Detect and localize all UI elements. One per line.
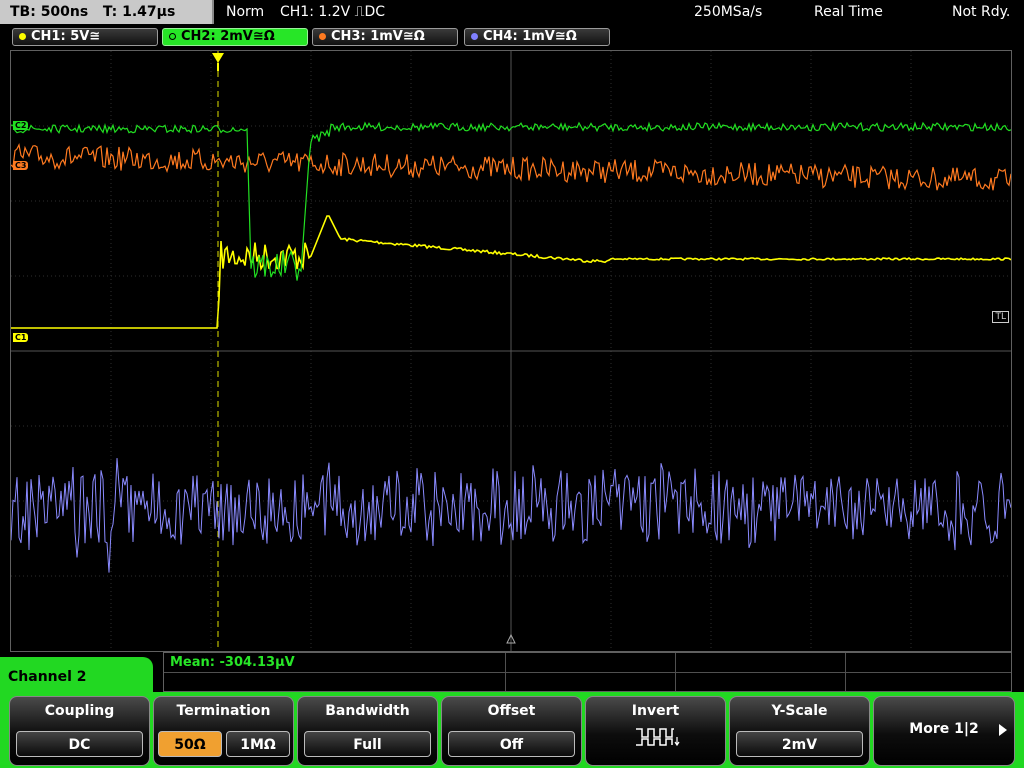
ch3-ground-marker[interactable]: C3 [13,161,29,170]
menu-channel-label: Channel 2 [0,657,153,699]
waveform-canvas [11,51,1011,651]
more-label: More 1|2 [909,721,979,737]
bandwidth-title: Bandwidth [325,703,410,719]
ch2-ground-marker[interactable]: C2 [13,121,29,130]
ch2-color-icon [169,33,176,40]
trigger-time-value: T: 1.47µs [102,4,176,20]
timebase-value: TB: 500ns [10,4,89,20]
acquisition-mode: Real Time [814,4,883,20]
invert-softkey[interactable]: Invert [585,696,726,766]
mean-measurement: Mean: -304.13µV [170,655,295,670]
acquisition-state: Not Rdy. [952,4,1011,20]
measurement-divider [505,653,506,691]
measurement-panel: Mean: -304.13µV [163,652,1012,692]
tab-ch4-label: CH4: 1mV≅Ω [483,29,577,44]
trigger-position-icon [212,53,224,71]
yscale-softkey[interactable]: Y-Scale 2mV [729,696,870,766]
termination-title: Termination [176,703,271,719]
channel-tab-bar: CH1: 5V≅ CH2: 2mV≅Ω CH3: 1mV≅Ω CH4: 1mV≅… [0,26,1024,48]
yscale-value: 2mV [736,731,863,757]
tab-ch3-label: CH3: 1mV≅Ω [331,29,425,44]
termination-softkey[interactable]: Termination 50Ω 1MΩ [153,696,294,766]
measurement-divider [675,653,676,691]
trigger-info[interactable]: CH1: 1.2V ⎍DC [280,0,385,24]
offset-title: Offset [487,703,536,719]
coupling-softkey[interactable]: Coupling DC [9,696,150,766]
waveform-display[interactable]: C2 C3 C1 TL [10,50,1012,652]
termination-1mohm-option[interactable]: 1MΩ [226,731,290,757]
sample-rate: 250MSa/s [694,4,763,20]
tab-ch1[interactable]: CH1: 5V≅ [12,28,158,46]
bandwidth-softkey[interactable]: Bandwidth Full [297,696,438,766]
yscale-title: Y-Scale [771,703,828,719]
tab-ch2[interactable]: CH2: 2mV≅Ω [162,28,308,46]
bandwidth-value: Full [304,731,431,757]
play-right-icon [999,724,1007,736]
invert-title: Invert [631,703,680,719]
tab-ch2-label: CH2: 2mV≅Ω [181,29,275,44]
invert-waveform-icon [636,728,680,747]
tab-ch4[interactable]: CH4: 1mV≅Ω [464,28,610,46]
more-softkey[interactable]: More 1|2 [873,696,1015,766]
trigger-mode[interactable]: Norm [226,0,264,24]
timebase-box[interactable]: TB: 500ns T: 1.47µs [0,0,214,24]
ch1-color-icon [19,33,26,40]
offset-value: Off [448,731,575,757]
trigger-level-marker[interactable]: TL [992,311,1009,323]
offset-softkey[interactable]: Offset Off [441,696,582,766]
measurement-divider [845,653,846,691]
termination-50ohm-option[interactable]: 50Ω [158,731,222,757]
status-bar: TB: 500ns T: 1.47µs Norm CH1: 1.2V ⎍DC 2… [0,0,1024,24]
tab-ch1-label: CH1: 5V≅ [31,29,101,44]
tab-ch3[interactable]: CH3: 1mV≅Ω [312,28,458,46]
coupling-title: Coupling [44,703,115,719]
ch3-color-icon [319,33,326,40]
coupling-value: DC [16,731,143,757]
ch4-color-icon [471,33,478,40]
ch1-ground-marker[interactable]: C1 [13,333,29,342]
